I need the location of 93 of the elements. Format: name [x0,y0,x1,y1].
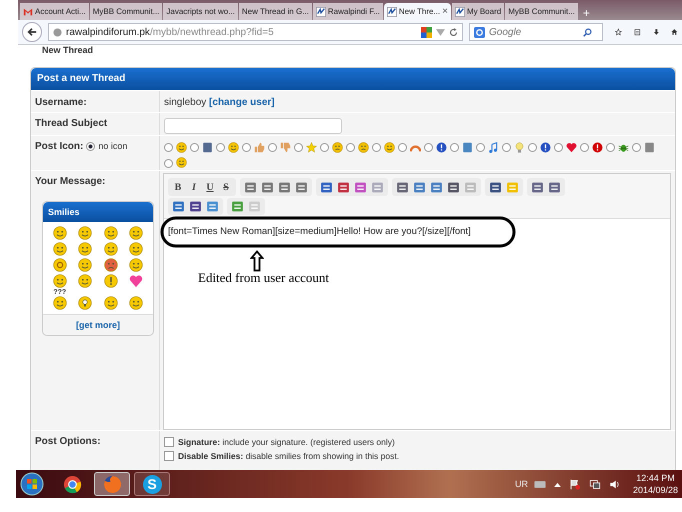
start-button[interactable] [20,472,44,496]
browser-tab[interactable]: Javacripts not wo... [163,3,238,20]
globe-icon [53,28,62,36]
browser-tab[interactable]: New Thre... × [384,3,451,20]
annotation-text: Edited from user account [198,270,330,286]
field-label: Username: [35,97,87,108]
keyboard-icon[interactable] [534,478,546,490]
username-value: singleboy [164,97,206,108]
heart-icon [566,142,577,153]
radio-button[interactable] [398,143,407,152]
site-logo-icon [316,6,326,16]
radio-button[interactable] [372,143,381,152]
network-icon[interactable] [588,478,601,490]
radio-button[interactable] [216,143,225,152]
search-bar[interactable]: Google [469,23,603,41]
flag-icon[interactable] [568,478,581,490]
colored-squares-icon [421,26,432,38]
exclamation-icon [592,142,603,153]
music-note-icon [488,142,499,153]
info-icon [540,142,551,153]
option-label: Disable Smilies: disable smilies from showing in this post. [178,451,400,461]
star-icon [306,142,317,153]
radio-button[interactable] [502,143,511,152]
light-bulb-icon[interactable] [78,296,92,310]
close-tab[interactable]: × [442,6,448,17]
checkbox[interactable] [164,451,174,461]
radio-button[interactable] [424,143,433,152]
up-arrow-icon[interactable] [554,482,561,486]
radio-button[interactable] [164,158,173,168]
mail-icon [23,6,33,16]
home-icon[interactable] [671,26,678,38]
checkbox[interactable] [164,437,174,447]
exclamation-icon[interactable] [104,274,118,288]
radio-label: no icon [98,141,128,151]
field-label: Post Icon: [35,141,84,152]
radio-button[interactable] [450,143,459,152]
radio-button[interactable] [164,143,173,152]
strike-button[interactable]: S [219,180,233,194]
browser-tab[interactable]: New Thread in G... [238,3,312,20]
browser-logo-icon [62,474,82,494]
browser-tab[interactable]: Account Acti... [20,3,89,20]
message-text: [font=Times New Roman][size=medium]Hello! How are you?[/size][/font] [168,226,471,237]
panel-title: Smilies [43,202,153,222]
field-label: Your Message: [35,176,106,187]
site-logo-icon [386,6,397,16]
page-heading: New Thread [42,45,94,56]
radio-button[interactable] [606,143,615,152]
radio-button[interactable] [632,143,641,152]
reload-icon[interactable] [449,28,458,36]
radio-button[interactable] [242,143,251,152]
radio-button[interactable] [320,143,329,152]
search-icon[interactable] [583,28,592,36]
radio-button[interactable] [268,143,277,152]
subject-field[interactable] [164,118,342,134]
bold-button[interactable]: B [171,180,185,194]
radio-button[interactable] [346,143,355,152]
address-bar[interactable]: rawalpindiforum.pk/mybb/newthread.php?fid=5 [48,23,463,41]
site-logo-icon [454,6,465,16]
question-icon [436,142,447,153]
radio-button[interactable] [86,142,96,151]
angry-smiley-icon[interactable] [104,258,118,272]
radio-button[interactable] [476,143,485,152]
radio-button[interactable] [190,143,199,152]
change-user-link[interactable]: [change user] [209,97,275,108]
arrow-icon [250,250,264,272]
italic-button[interactable]: I [187,180,201,194]
light-bulb-icon [514,142,525,153]
browser-tab[interactable]: MyBB Communit... [90,3,162,20]
option-label: Signature: include your signature. (registered users only) [178,437,395,447]
radio-button[interactable] [528,143,537,152]
back-button[interactable] [22,22,42,42]
thumbs-down-icon [280,142,291,153]
field-label: Post Options: [35,436,101,447]
get-more-link[interactable]: [get more] [76,320,120,330]
clock[interactable]: 12:44 PM 2014/09/28 [632,472,678,496]
form-title: Post a new Thread [31,68,675,90]
browser-tab[interactable]: My Board [452,3,504,20]
star-icon[interactable] [615,26,622,38]
fox-logo-icon [102,474,122,494]
radio-button[interactable] [294,143,303,152]
browser-tab[interactable]: Rawalpindi F... [312,3,383,20]
heart-icon[interactable] [129,274,144,288]
browser-tab[interactable]: MyBB Communit... [505,3,578,20]
back-arrow-icon [27,27,37,37]
underline-button[interactable]: U [203,180,217,194]
thumbs-up-icon [254,142,265,153]
language-indicator[interactable]: UR [514,479,528,489]
radio-button[interactable] [580,143,589,152]
radio-button[interactable] [554,143,563,152]
volume-icon[interactable] [608,478,621,490]
search-engine-icon [474,26,485,38]
field-label: Thread Subject [35,118,108,129]
new-tab-button[interactable]: + [582,6,590,20]
